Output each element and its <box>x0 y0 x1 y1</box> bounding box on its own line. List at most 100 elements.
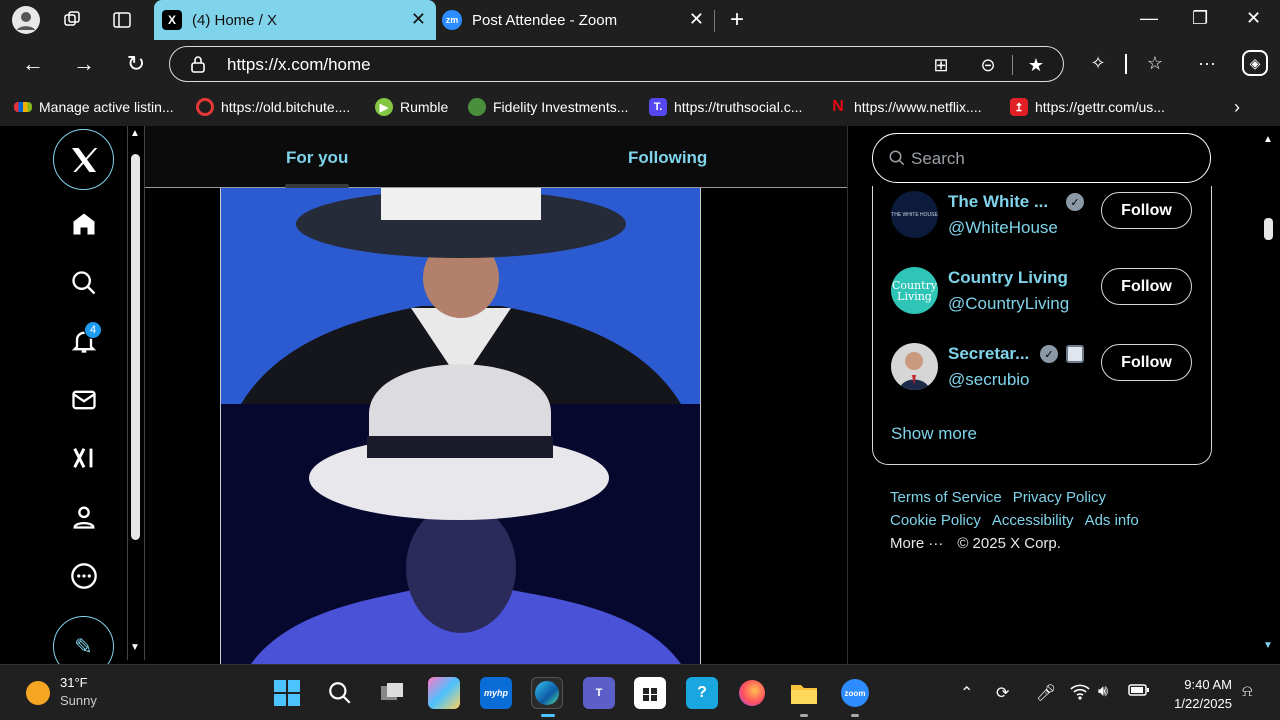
more-link[interactable]: More ··· <box>890 535 943 552</box>
bookmark-fidelity[interactable]: Fidelity Investments... <box>468 97 628 117</box>
sync-icon[interactable]: ⟳ <box>996 683 1009 703</box>
copilot-icon[interactable]: ◈ <box>1242 50 1268 76</box>
scrollbar-thumb[interactable] <box>1264 218 1273 240</box>
truthsocial-icon: T. <box>649 98 667 116</box>
myhp-app-icon[interactable]: myhp <box>480 677 512 709</box>
close-tab-icon[interactable]: ✕ <box>411 10 426 28</box>
teams-app-icon[interactable]: T <box>583 677 615 709</box>
scroll-up-arrow[interactable]: ▲ <box>130 128 140 139</box>
weather-desc: Sunny <box>60 693 97 708</box>
more-options-icon[interactable] <box>64 556 104 596</box>
account-handle[interactable]: @WhiteHouse <box>948 218 1058 238</box>
x-logo-icon[interactable] <box>53 129 114 190</box>
start-windows-icon[interactable] <box>271 677 303 709</box>
task-view-icon[interactable] <box>376 677 408 709</box>
follow-suggestion[interactable]: Country Living Country Living @CountryLi… <box>891 267 1211 317</box>
get-help-icon[interactable]: ? <box>686 677 718 709</box>
photos-app-icon[interactable] <box>428 677 460 709</box>
firefox-icon[interactable] <box>736 677 768 709</box>
home-icon[interactable] <box>64 204 104 244</box>
scroll-up-arrow[interactable]: ▲ <box>1263 134 1273 145</box>
extensions-icon[interactable]: ✧ <box>1085 50 1111 76</box>
follow-suggestion[interactable]: Secretar... ✓ @secrubio Follow <box>891 343 1211 393</box>
forward-icon[interactable]: → <box>70 50 98 78</box>
running-indicator <box>851 714 859 717</box>
edge-browser-icon[interactable] <box>531 677 563 709</box>
bookmark-truthsocial[interactable]: T. https://truthsocial.c... <box>649 97 802 117</box>
tab-actions-icon[interactable] <box>112 10 132 35</box>
grok-icon[interactable] <box>64 438 104 478</box>
show-hidden-icons-icon[interactable]: ⌃ <box>960 683 973 703</box>
account-name[interactable]: The White ... <box>948 192 1048 212</box>
address-bar[interactable]: https://x.com/home ⊞ ⊝ ★ <box>169 46 1064 82</box>
follow-button[interactable]: Follow <box>1101 192 1192 229</box>
refresh-icon[interactable]: ↻ <box>122 50 150 78</box>
scroll-down-arrow[interactable]: ▼ <box>130 642 140 653</box>
back-icon[interactable]: ← <box>19 50 47 78</box>
scroll-down-arrow[interactable]: ▼ <box>1263 640 1273 651</box>
file-explorer-icon[interactable] <box>788 677 820 709</box>
battery-icon[interactable] <box>1128 683 1150 702</box>
accessibility-link[interactable]: Accessibility <box>992 512 1074 529</box>
account-handle[interactable]: @CountryLiving <box>948 294 1069 314</box>
post-image[interactable] <box>220 188 701 664</box>
explore-search-icon[interactable] <box>64 263 104 303</box>
terms-link[interactable]: Terms of Service <box>890 489 1002 506</box>
cookie-link[interactable]: Cookie Policy <box>890 512 981 529</box>
follow-button[interactable]: Follow <box>1101 344 1192 381</box>
weather-widget[interactable]: 31°F Sunny <box>24 675 114 711</box>
profile-avatar[interactable] <box>12 6 40 34</box>
volume-icon[interactable]: 🔊︎ <box>1098 683 1108 701</box>
ads-info-link[interactable]: Ads info <box>1085 512 1139 529</box>
search-placeholder[interactable]: Search <box>911 149 965 169</box>
bookmark-netflix[interactable]: N https://www.netflix.... <box>829 97 981 117</box>
url-text[interactable]: https://x.com/home <box>227 55 371 75</box>
account-name[interactable]: Country Living <box>948 268 1068 288</box>
close-window-icon[interactable]: ✕ <box>1246 8 1261 29</box>
page-scrollbar[interactable]: ▲ ▼ <box>1258 126 1280 660</box>
profile-icon[interactable] <box>64 497 104 537</box>
favorites-icon[interactable]: ☆ <box>1142 50 1168 76</box>
tab-for-you[interactable]: For you <box>286 148 348 168</box>
bookmark-rumble[interactable]: ▶ Rumble <box>375 97 448 117</box>
restore-icon[interactable]: ❐ <box>1192 8 1208 29</box>
bookmarks-overflow-icon[interactable]: › <box>1234 97 1240 117</box>
system-clock[interactable]: 9:40 AM 1/22/2025 <box>1162 675 1232 713</box>
follow-button[interactable]: Follow <box>1101 268 1192 305</box>
avatar: THE WHITE HOUSE <box>891 191 938 238</box>
bookmark-bitchute[interactable]: https://old.bitchute.... <box>196 97 350 117</box>
app-available-icon[interactable]: ⊞ <box>930 54 952 76</box>
tab-x-home[interactable]: X (4) Home / X ✕ <box>154 0 436 40</box>
search-box[interactable]: Search <box>872 133 1211 183</box>
follow-suggestion[interactable]: THE WHITE HOUSE The White ... ✓ @WhiteHo… <box>891 191 1211 241</box>
new-tab-icon[interactable]: + <box>730 6 744 34</box>
bookmark-ebay[interactable]: Manage active listin... <box>14 97 174 117</box>
tab-zoom[interactable]: zm Post Attendee - Zoom ✕ <box>436 0 714 40</box>
sun-icon <box>26 681 50 705</box>
minimize-icon[interactable]: — <box>1140 8 1158 29</box>
account-handle[interactable]: @secrubio <box>948 370 1030 390</box>
taskbar-search-icon[interactable] <box>324 677 356 709</box>
ebay-icon <box>14 102 32 112</box>
close-tab-icon[interactable]: ✕ <box>689 10 704 28</box>
settings-more-icon[interactable]: ··· <box>1194 50 1220 76</box>
messages-mail-icon[interactable] <box>64 380 104 420</box>
sidebar-scrollbar[interactable]: ▲ ▼ <box>127 126 145 660</box>
more-page-options-icon[interactable]: ⊝ <box>977 54 999 76</box>
notification-center-icon[interactable]: ⍾ <box>1242 683 1253 701</box>
bookmark-gettr[interactable]: ↥ https://gettr.com/us... <box>1010 97 1165 117</box>
workspaces-icon[interactable] <box>62 10 82 35</box>
store-app-icon[interactable] <box>634 677 666 709</box>
account-name[interactable]: Secretar... <box>948 344 1029 364</box>
wifi-icon[interactable] <box>1070 683 1090 706</box>
scrollbar-thumb[interactable] <box>131 154 140 540</box>
microphone-icon[interactable]: 🎤︎ <box>1036 683 1056 703</box>
zoom-app-icon[interactable]: zoom <box>839 677 871 709</box>
favorite-star-icon[interactable]: ★ <box>1025 54 1047 76</box>
weather-temp: 31°F <box>60 675 88 690</box>
privacy-link[interactable]: Privacy Policy <box>1013 489 1106 506</box>
who-to-follow: THE WHITE HOUSE The White ... ✓ @WhiteHo… <box>872 186 1212 465</box>
netflix-icon: N <box>832 98 844 115</box>
tab-following[interactable]: Following <box>628 148 707 168</box>
show-more-link[interactable]: Show more <box>891 424 977 444</box>
